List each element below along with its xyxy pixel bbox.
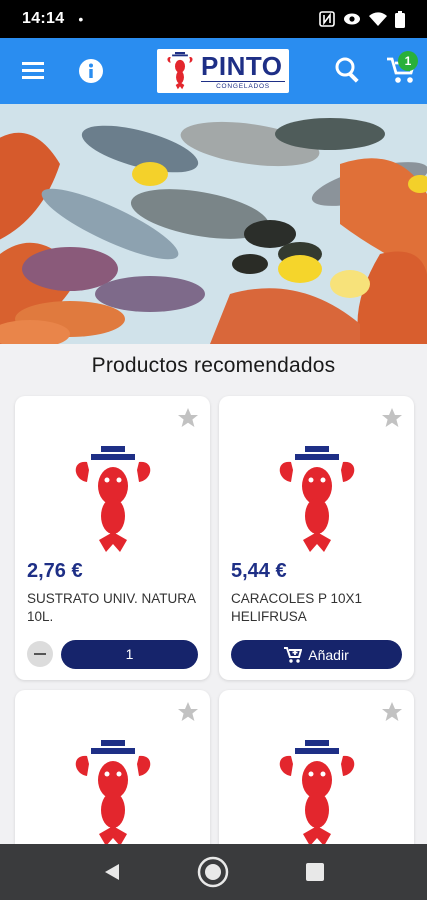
lobster-product-image	[279, 446, 355, 552]
product-card[interactable]	[219, 690, 414, 860]
add-to-cart-button[interactable]: Añadir	[231, 640, 402, 669]
info-icon[interactable]	[78, 58, 104, 84]
logo-text: PINTO	[201, 51, 283, 81]
product-price: 5,44 €	[231, 560, 287, 582]
nfc-icon	[319, 11, 335, 27]
logo-subtitle: CONGELADOS	[201, 81, 285, 90]
brand-logo: PINTO CONGELADOS	[157, 49, 289, 93]
lobster-product-image	[75, 446, 151, 552]
decrease-quantity-button[interactable]	[27, 641, 53, 667]
star-icon[interactable]	[176, 406, 200, 430]
product-card[interactable]: 5,44 € CARACOLES P 10x1 HELIFRUSA Añadir	[219, 396, 414, 680]
cart-badge: 1	[398, 51, 418, 71]
lobster-logo-icon	[167, 52, 193, 90]
lobster-product-image	[279, 740, 355, 846]
menu-icon[interactable]	[20, 58, 48, 84]
wifi-icon	[369, 11, 387, 26]
section-title: Productos recomendados	[91, 354, 336, 377]
app-bar: PINTO CONGELADOS	[0, 38, 427, 104]
status-time: 14:14	[22, 10, 65, 27]
back-icon[interactable]	[102, 862, 122, 882]
home-icon[interactable]	[196, 855, 230, 889]
status-icons	[319, 10, 405, 28]
product-name: SUSTRATO UNIV. NATURA 10L.	[27, 591, 196, 624]
lobster-product-image	[75, 740, 151, 846]
add-button-label: Añadir	[308, 646, 349, 663]
product-card[interactable]	[15, 690, 210, 860]
star-icon[interactable]	[176, 700, 200, 724]
product-name: CARACOLES P 10x1 HELIFRUSA	[231, 591, 363, 624]
eye-icon	[344, 13, 360, 25]
product-price: 2,76 €	[27, 560, 83, 582]
notification-dot: •	[78, 11, 84, 27]
battery-icon	[395, 10, 405, 28]
quantity-display[interactable]: 1	[61, 640, 198, 669]
product-card[interactable]: 2,76 € SUSTRATO UNIV. NATURA 10L. 1	[15, 396, 210, 680]
status-bar: 14:14 •	[0, 0, 427, 38]
search-icon[interactable]	[334, 56, 362, 84]
cart-plus-icon	[284, 646, 303, 663]
system-nav-bar	[0, 844, 427, 900]
star-icon[interactable]	[380, 700, 404, 724]
seafood-banner-image	[0, 104, 427, 344]
star-icon[interactable]	[380, 406, 404, 430]
recent-apps-icon[interactable]	[306, 863, 324, 881]
